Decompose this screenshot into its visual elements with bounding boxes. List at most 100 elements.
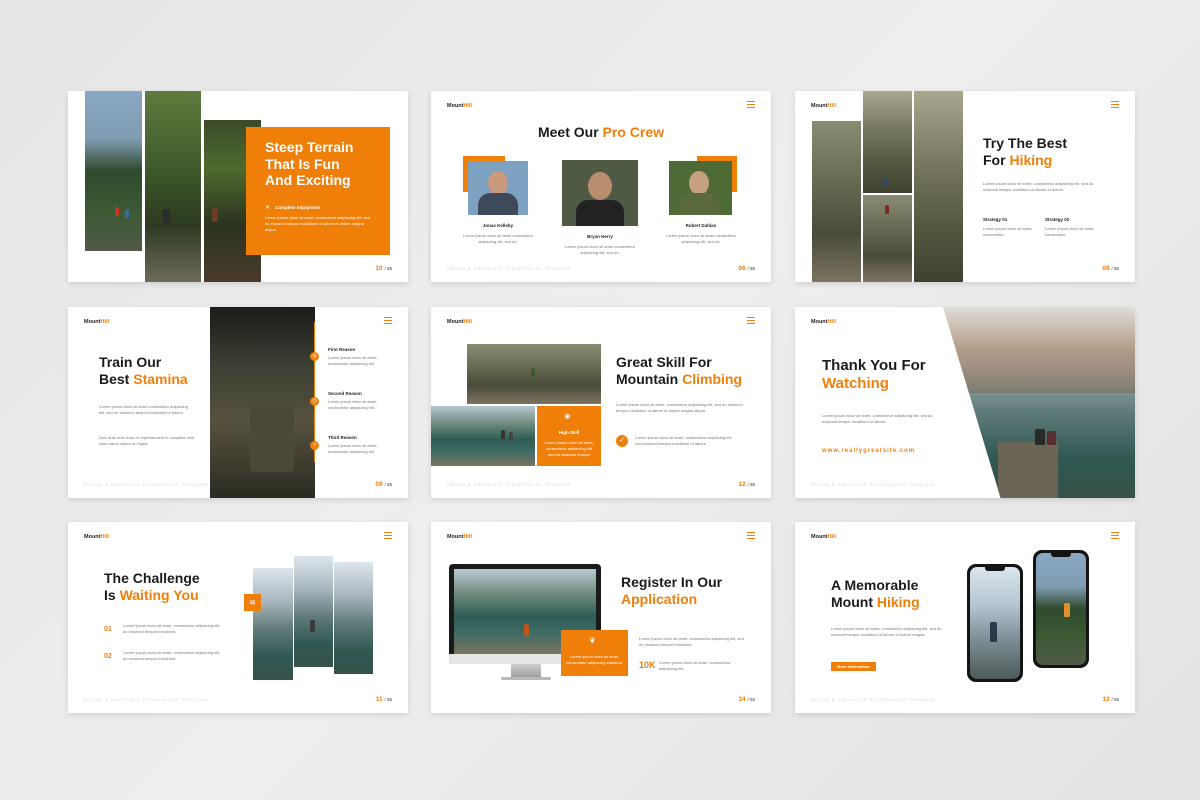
slide-thumbnail-steep-terrain[interactable]: Steep Terrain That Is Fun And Exciting ✕… bbox=[68, 91, 408, 282]
photo-mountain-cliffside bbox=[914, 91, 963, 282]
slide-title: Great Skill For Mountain Climbing bbox=[616, 354, 742, 387]
member-name: Bryan Herry bbox=[587, 234, 613, 239]
hiker-figure bbox=[310, 620, 315, 632]
box-text: Lorem ipsum dolor sit amet, consectetur … bbox=[566, 654, 623, 665]
person-figure bbox=[1035, 429, 1045, 445]
hiker-figure bbox=[501, 430, 505, 439]
waves-icon: ≋ bbox=[244, 594, 261, 611]
check-text: Lorem ipsum dolor sit amet, consectetur … bbox=[635, 435, 733, 447]
checkmark-icon: ✓ bbox=[616, 435, 628, 447]
page-number: 08 / 55 bbox=[1102, 265, 1119, 272]
slide-thumbnail-train-stamina[interactable]: MountHill Train Our Best Stamina Lorem i… bbox=[68, 307, 408, 498]
stat-number: 10K bbox=[639, 660, 656, 670]
logo: MountHill bbox=[447, 534, 473, 540]
photo-hiker-over-lake bbox=[294, 556, 333, 667]
slide-title: The Challenge Is Waiting You bbox=[104, 570, 200, 603]
slide-thumbnail-pro-crew[interactable]: MountHill Meet Our Pro Crew Jonas Kelleb… bbox=[431, 91, 771, 282]
reason-icon: ◎ bbox=[310, 352, 319, 361]
photo-tall-pine-trees bbox=[145, 91, 201, 282]
photo-mountain-lake-left bbox=[253, 568, 293, 680]
member-name: Robert Dahlan bbox=[685, 223, 717, 228]
hiker-figure bbox=[115, 207, 119, 216]
stat-text: Lorem ipsum dolor sit amet, consectetur … bbox=[659, 660, 731, 672]
reason-label: Second Reason bbox=[328, 391, 362, 396]
watermark: Hiking & Adventure Presentation Template bbox=[811, 697, 936, 702]
hiker-figure bbox=[524, 624, 529, 636]
watermark: Hiking & Adventure Presentation Template bbox=[811, 482, 936, 487]
member-text: Lorem ipsum dolor sit amet consectetur a… bbox=[462, 233, 534, 245]
slide-title: Thank You For Watching bbox=[822, 357, 926, 392]
slide-title: Train Our Best Stamina bbox=[99, 354, 188, 387]
watermark: Hiking & Adventure Presentation Template bbox=[84, 697, 209, 702]
strategy-text: Lorem ipsum dolor sit amet, consectetur. bbox=[983, 226, 1033, 238]
slide-text: Lorem ipsum dolor sit amet, consectetur … bbox=[639, 636, 744, 648]
reason-text: Lorem ipsum dolor sit amet, consectetur … bbox=[328, 355, 378, 367]
slide-text: Lorem ipsum dolor sit amet, consectetur … bbox=[616, 402, 743, 414]
hiker-figure bbox=[883, 177, 887, 186]
portrait-robert-dahlan bbox=[669, 161, 732, 215]
menu-icon[interactable] bbox=[384, 532, 392, 541]
menu-icon[interactable] bbox=[1111, 532, 1119, 541]
photo-couple-at-mountain-lake bbox=[943, 307, 1135, 498]
page-number: 11 / 55 bbox=[375, 696, 392, 703]
portrait-bryan-herry bbox=[562, 160, 638, 226]
member-text: Lorem ipsum dolor sit amet consectetur a… bbox=[564, 244, 636, 256]
phone-screen-photo bbox=[1036, 553, 1086, 665]
phone-screen-photo bbox=[970, 567, 1020, 679]
page-number: 12 / 55 bbox=[738, 481, 755, 488]
menu-icon[interactable] bbox=[747, 101, 755, 110]
menu-icon[interactable] bbox=[747, 317, 755, 326]
photo-backpacker-forest bbox=[210, 307, 315, 498]
hiker-figure bbox=[1064, 603, 1070, 617]
photo-rocky-valley bbox=[812, 121, 861, 282]
logo: MountHill bbox=[447, 319, 473, 325]
slide-text: Duis aute irure dolor in reprehenderit i… bbox=[99, 435, 194, 447]
more-information-button[interactable]: More Information bbox=[831, 662, 876, 671]
website-link[interactable]: www.reallygreatsite.com bbox=[822, 448, 915, 454]
menu-icon[interactable] bbox=[384, 317, 392, 326]
slide-thumbnail-memorable-hiking[interactable]: MountHill A Memorable Mount Hiking Lorem… bbox=[795, 522, 1135, 713]
photo-hikers-forest-trail bbox=[85, 91, 142, 251]
page-number: 06 / 55 bbox=[738, 265, 755, 272]
slide-title: Try The Best For Hiking bbox=[983, 135, 1068, 168]
person-figure bbox=[1047, 431, 1056, 445]
menu-icon[interactable] bbox=[1111, 101, 1119, 110]
photo-mountain-lake-right bbox=[334, 562, 373, 674]
slide-title: Steep Terrain That Is Fun And Exciting bbox=[265, 139, 354, 189]
hiker-figure bbox=[990, 622, 997, 642]
hiker-figure bbox=[212, 208, 218, 222]
slide-text: Lorem ipsum dolor sit amet consectetur a… bbox=[99, 404, 188, 416]
slide-thumbnail-great-skill[interactable]: MountHill ❀ High Skill Lorem ipsum dolor… bbox=[431, 307, 771, 498]
hiker-figure bbox=[163, 209, 170, 223]
lotus-icon: ❀ bbox=[564, 412, 571, 421]
slide-text: Lorem ipsum dolor sit amet, consectetur … bbox=[831, 626, 942, 638]
item-text: Lorem ipsum dolor sit amet, consectetur … bbox=[123, 650, 221, 662]
slide-thumbnail-register-application[interactable]: MountHill ❦ Lorem ipsum dolor sit amet, … bbox=[431, 522, 771, 713]
slide-thumbnail-thank-you[interactable]: MountHill Thank You For Watching Lorem i… bbox=[795, 307, 1135, 498]
photo-hiker-on-cliff bbox=[863, 91, 912, 193]
item-text: Lorem ipsum dolor sit amet, consectetur … bbox=[123, 623, 221, 635]
slide-title: Register In Our Application bbox=[621, 574, 723, 607]
slide-thumbnail-challenge[interactable]: MountHill The Challenge Is Waiting You 0… bbox=[68, 522, 408, 713]
reason-label: First Reason bbox=[328, 347, 356, 352]
phone-mockup-right bbox=[1033, 550, 1089, 668]
monitor-stand bbox=[511, 664, 541, 678]
hiker-figure bbox=[509, 432, 513, 441]
member-text: Lorem ipsum dolor sit amet consectetur a… bbox=[665, 233, 737, 245]
hiker-figure bbox=[885, 205, 889, 214]
photo-hiker-climbing bbox=[863, 195, 912, 282]
logo: MountHill bbox=[811, 534, 837, 540]
skill-text: Lorem ipsum dolor sit amet, consectetur … bbox=[544, 440, 594, 457]
hiker-figure bbox=[531, 368, 535, 377]
page-number: 13 / 55 bbox=[1102, 696, 1119, 703]
watermark: Hiking & Adventure Presentation Template bbox=[447, 266, 572, 271]
watermark: Hiking & Adventure Presentation Template bbox=[84, 482, 209, 487]
phone-mockup-left bbox=[967, 564, 1023, 682]
portrait-jonas-kelleby bbox=[468, 161, 528, 215]
slide-thumbnail-try-best-hiking[interactable]: MountHill Try The Best For Hiking Lorem … bbox=[795, 91, 1135, 282]
reason-icon: ◷ bbox=[310, 397, 319, 406]
logo: MountHill bbox=[811, 103, 837, 109]
reason-label: Third Reason bbox=[328, 435, 357, 440]
slide-text: Lorem ipsum dolor sit amet, consectetur … bbox=[983, 181, 1094, 193]
menu-icon[interactable] bbox=[747, 532, 755, 541]
